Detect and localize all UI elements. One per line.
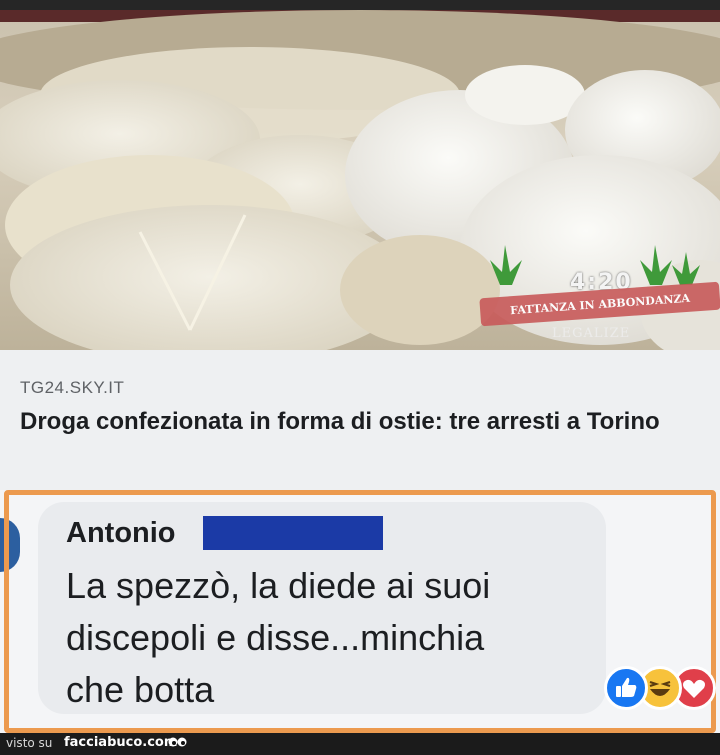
article-image[interactable]: 4:20 FATTANZA IN ABBONDANZA LEGALIZE	[0, 0, 720, 350]
footer-caption: visto su	[6, 736, 53, 750]
article-headline[interactable]: Droga confezionata in forma di ostie: tr…	[20, 404, 710, 439]
eyes-icon	[168, 735, 188, 752]
article-source: TG24.SKY.IT	[20, 378, 125, 397]
footer-site-link[interactable]: facciabuco.com	[64, 735, 177, 750]
watermark-logo: 4:20 FATTANZA IN ABBONDANZA LEGALIZE	[460, 240, 720, 350]
site-footer: visto su facciabuco.com	[0, 733, 720, 755]
watermark-subtitle: LEGALIZE	[552, 326, 631, 341]
reactions-summary[interactable]	[604, 662, 720, 710]
like-icon	[604, 666, 648, 710]
link-preview[interactable]: TG24.SKY.IT Droga confezionata in forma …	[0, 350, 720, 490]
